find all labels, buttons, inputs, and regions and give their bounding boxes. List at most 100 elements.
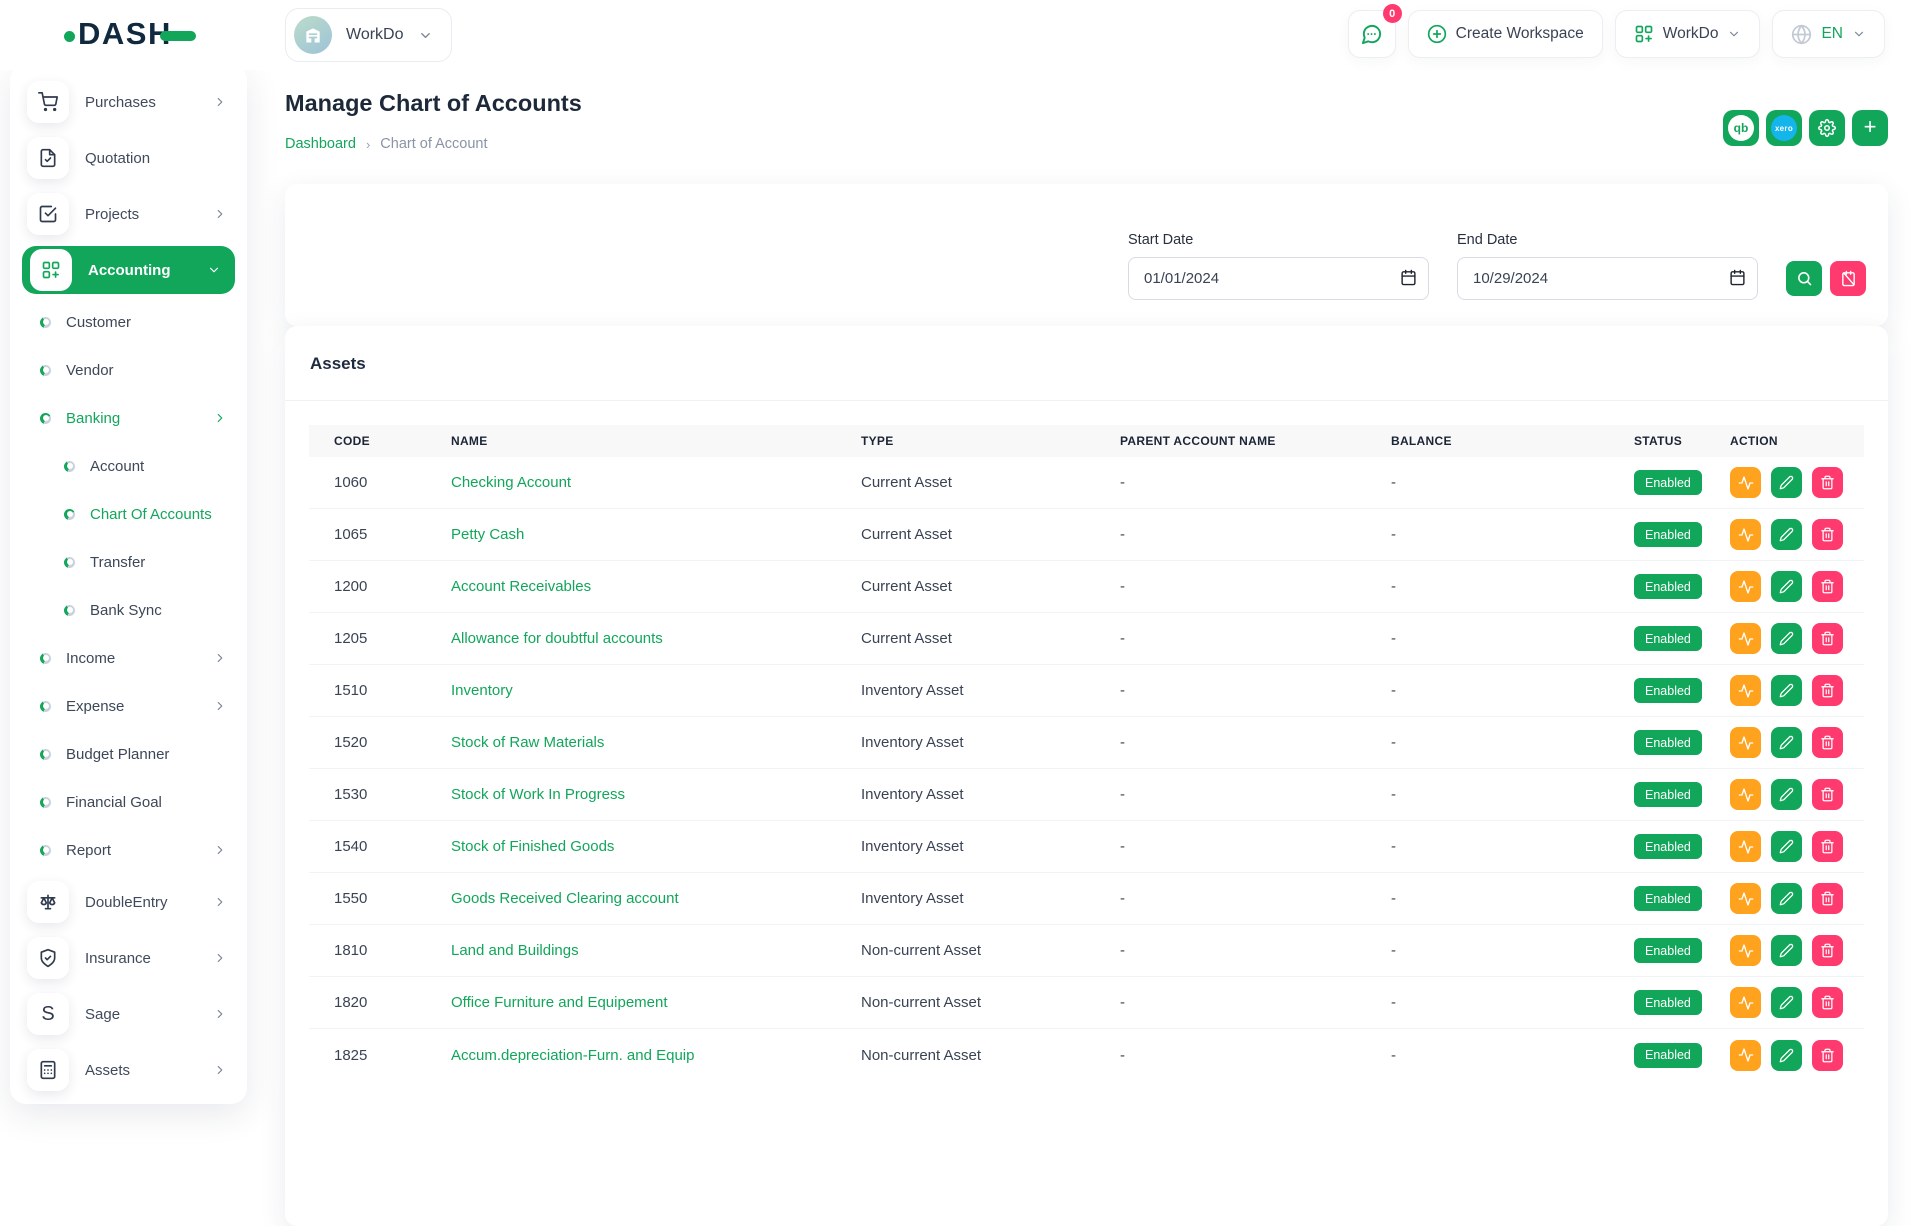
sidebar-item-purchases[interactable]: Purchases [10, 74, 247, 130]
edit-button[interactable] [1771, 727, 1802, 758]
edit-button[interactable] [1771, 519, 1802, 550]
sidebar-item-bank-sync[interactable]: Bank Sync [10, 586, 247, 634]
delete-button[interactable] [1812, 779, 1843, 810]
edit-button[interactable] [1771, 571, 1802, 602]
account-name-link[interactable]: Land and Buildings [451, 942, 579, 959]
activity-button[interactable] [1730, 727, 1761, 758]
delete-button[interactable] [1812, 883, 1843, 914]
settings-button[interactable] [1809, 110, 1845, 146]
edit-button[interactable] [1771, 831, 1802, 862]
status-badge[interactable]: Enabled [1634, 938, 1702, 963]
account-name-link[interactable]: Allowance for doubtful accounts [451, 630, 663, 647]
status-badge[interactable]: Enabled [1634, 834, 1702, 859]
edit-button[interactable] [1771, 675, 1802, 706]
messages-button[interactable]: 0 [1348, 10, 1396, 58]
sidebar-item-quotation[interactable]: Quotation [10, 130, 247, 186]
sidebar-item-sage[interactable]: S Sage [10, 986, 247, 1042]
add-button[interactable]: + [1852, 110, 1888, 146]
start-date-input[interactable] [1128, 257, 1429, 300]
status-badge[interactable]: Enabled [1634, 574, 1702, 599]
account-name-link[interactable]: Account Receivables [451, 578, 591, 595]
edit-button[interactable] [1771, 779, 1802, 810]
activity-button[interactable] [1730, 935, 1761, 966]
activity-button[interactable] [1730, 519, 1761, 550]
workspace-switcher[interactable]: WorkDo [1615, 10, 1761, 58]
edit-button[interactable] [1771, 883, 1802, 914]
delete-button[interactable] [1812, 727, 1843, 758]
activity-button[interactable] [1730, 831, 1761, 862]
account-name-link[interactable]: Goods Received Clearing account [451, 890, 679, 907]
language-selector[interactable]: EN [1772, 10, 1885, 58]
apply-filter-button[interactable] [1786, 261, 1822, 296]
activity-button[interactable] [1730, 675, 1761, 706]
delete-button[interactable] [1812, 1040, 1843, 1071]
sidebar-item-insurance[interactable]: Insurance [10, 930, 247, 986]
status-badge[interactable]: Enabled [1634, 730, 1702, 755]
delete-button[interactable] [1812, 987, 1843, 1018]
edit-button[interactable] [1771, 467, 1802, 498]
sidebar-item-projects[interactable]: Projects [10, 186, 247, 242]
workspace-selector[interactable]: WorkDo [285, 8, 452, 62]
account-name-link[interactable]: Stock of Finished Goods [451, 838, 614, 855]
sidebar-item-income[interactable]: Income [10, 634, 247, 682]
status-badge[interactable]: Enabled [1634, 522, 1702, 547]
account-name-link[interactable]: Checking Account [451, 474, 571, 491]
delete-button[interactable] [1812, 623, 1843, 654]
sidebar-item-report[interactable]: Report [10, 826, 247, 874]
sidebar-item-financial-goal[interactable]: Financial Goal [10, 778, 247, 826]
account-name-link[interactable]: Office Furniture and Equipement [451, 994, 668, 1011]
delete-button[interactable] [1812, 675, 1843, 706]
sidebar-item-account[interactable]: Account [10, 442, 247, 490]
activity-button[interactable] [1730, 1040, 1761, 1071]
status-badge[interactable]: Enabled [1634, 990, 1702, 1015]
activity-button[interactable] [1730, 987, 1761, 1018]
status-badge[interactable]: Enabled [1634, 470, 1702, 495]
sidebar-item-assets[interactable]: Assets [10, 1042, 247, 1098]
calendar-icon[interactable] [1729, 269, 1746, 286]
reset-filter-button[interactable] [1830, 261, 1866, 296]
sidebar-item-banking[interactable]: Banking [10, 394, 247, 442]
sidebar-item-transfer[interactable]: Transfer [10, 538, 247, 586]
activity-button[interactable] [1730, 571, 1761, 602]
activity-button[interactable] [1730, 883, 1761, 914]
account-name-link[interactable]: Petty Cash [451, 526, 524, 543]
activity-button[interactable] [1730, 623, 1761, 654]
account-name-link[interactable]: Accum.depreciation-Furn. and Equip [451, 1047, 694, 1064]
account-name-link[interactable]: Stock of Raw Materials [451, 734, 604, 751]
sidebar-item-chart-of-accounts[interactable]: Chart Of Accounts [10, 490, 247, 538]
end-date-input[interactable] [1457, 257, 1758, 300]
sidebar-item-expense[interactable]: Expense [10, 682, 247, 730]
delete-button[interactable] [1812, 571, 1843, 602]
sidebar-item-doubleentry[interactable]: DoubleEntry [10, 874, 247, 930]
create-workspace-button[interactable]: Create Workspace [1408, 10, 1603, 58]
edit-button[interactable] [1771, 1040, 1802, 1071]
account-name-link[interactable]: Stock of Work In Progress [451, 786, 625, 803]
bullet-icon [40, 845, 51, 856]
account-name-link[interactable]: Inventory [451, 682, 513, 699]
chevron-down-icon [1852, 27, 1866, 41]
status-badge[interactable]: Enabled [1634, 886, 1702, 911]
sidebar-item-budget-planner[interactable]: Budget Planner [10, 730, 247, 778]
calendar-icon[interactable] [1400, 269, 1417, 286]
account-type: Current Asset [861, 526, 1120, 543]
status-badge[interactable]: Enabled [1634, 1043, 1702, 1068]
edit-button[interactable] [1771, 987, 1802, 1018]
delete-button[interactable] [1812, 831, 1843, 862]
edit-button[interactable] [1771, 935, 1802, 966]
activity-button[interactable] [1730, 467, 1761, 498]
delete-button[interactable] [1812, 519, 1843, 550]
delete-button[interactable] [1812, 935, 1843, 966]
status-badge[interactable]: Enabled [1634, 678, 1702, 703]
xero-button[interactable]: xero [1766, 110, 1802, 146]
edit-button[interactable] [1771, 623, 1802, 654]
sidebar-item-accounting[interactable]: Accounting [22, 246, 235, 294]
activity-button[interactable] [1730, 779, 1761, 810]
sidebar-item-vendor[interactable]: Vendor [10, 346, 247, 394]
status-badge[interactable]: Enabled [1634, 626, 1702, 651]
app-logo[interactable]: DASH [64, 16, 196, 52]
status-badge[interactable]: Enabled [1634, 782, 1702, 807]
breadcrumb-dashboard-link[interactable]: Dashboard [285, 136, 356, 152]
quickbooks-button[interactable]: qb [1723, 110, 1759, 146]
delete-button[interactable] [1812, 467, 1843, 498]
sidebar-item-customer[interactable]: Customer [10, 298, 247, 346]
